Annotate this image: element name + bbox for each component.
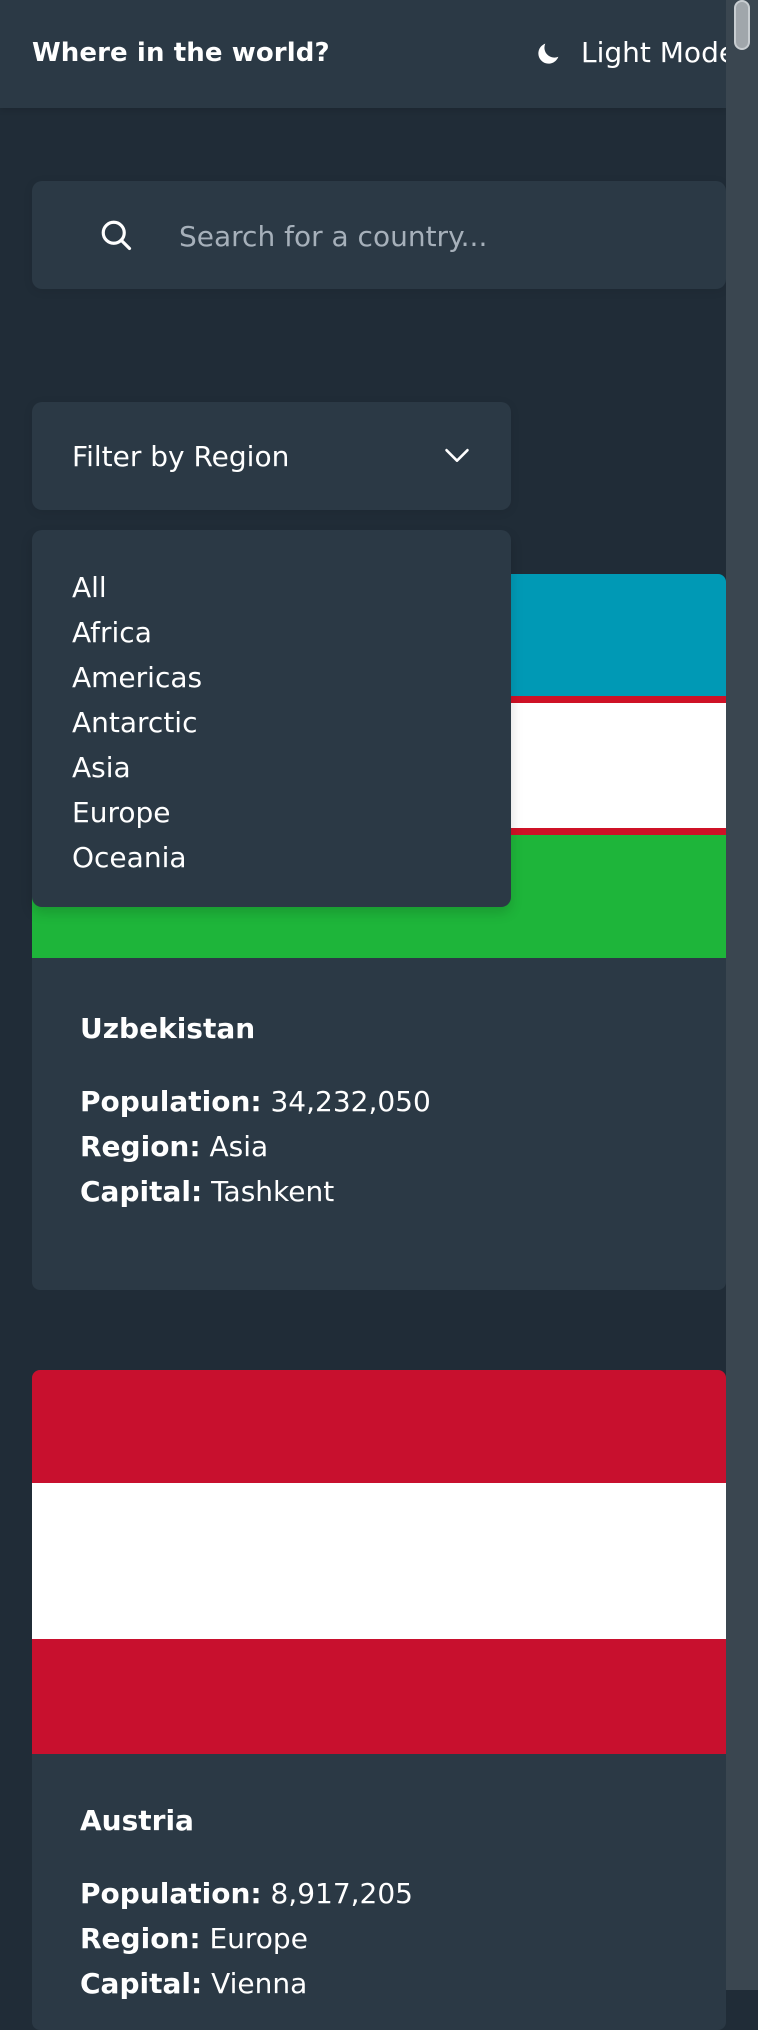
- region-filter-dropdown[interactable]: Filter by Region: [32, 402, 511, 510]
- population-label: Population:: [80, 1084, 262, 1118]
- country-card-details: Uzbekistan Population: 34,232,050 Region…: [80, 1012, 680, 1214]
- flag-band-red-top: [32, 1370, 726, 1483]
- capital-label: Capital:: [80, 1966, 203, 2000]
- population-label: Population:: [80, 1876, 262, 1910]
- region-label: Region:: [80, 1129, 201, 1163]
- scrollbar-thumb[interactable]: [734, 0, 750, 50]
- region-value: Europe: [209, 1921, 308, 1955]
- population-value: 8,917,205: [270, 1876, 413, 1910]
- region-option-all[interactable]: All: [72, 565, 511, 610]
- population-value: 34,232,050: [270, 1084, 431, 1118]
- moon-icon: [538, 43, 559, 64]
- search-icon: [101, 220, 132, 251]
- capital-row: Capital: Tashkent: [80, 1169, 680, 1214]
- app-page: Where in the world? Light Mode Filter by…: [0, 0, 736, 2030]
- country-card-details: Austria Population: 8,917,205 Region: Eu…: [80, 1804, 680, 2006]
- population-row: Population: 8,917,205: [80, 1871, 680, 1916]
- region-row: Region: Asia: [80, 1124, 680, 1169]
- region-option-antarctic[interactable]: Antarctic: [72, 700, 511, 745]
- country-name: Austria: [80, 1804, 194, 1837]
- region-options-list: All Africa Americas Antarctic Asia Europ…: [32, 530, 511, 880]
- region-option-asia[interactable]: Asia: [72, 745, 511, 790]
- chevron-down-icon: [445, 448, 469, 462]
- region-option-africa[interactable]: Africa: [72, 610, 511, 655]
- austria-flag-image: [32, 1370, 726, 1754]
- flag-band-white: [32, 1483, 726, 1639]
- capital-value: Tashkent: [211, 1174, 335, 1208]
- region-row: Region: Europe: [80, 1916, 680, 1961]
- region-value: Asia: [209, 1129, 269, 1163]
- theme-toggle-label: Light Mode: [581, 36, 737, 69]
- region-option-oceania[interactable]: Oceania: [72, 835, 511, 880]
- theme-toggle-button[interactable]: Light Mode: [535, 36, 736, 69]
- top-header: Where in the world? Light Mode: [0, 0, 736, 108]
- search-box: [32, 181, 726, 289]
- country-name: Uzbekistan: [80, 1012, 256, 1045]
- capital-label: Capital:: [80, 1174, 203, 1208]
- region-options-menu: All Africa Americas Antarctic Asia Europ…: [32, 530, 511, 907]
- app-title: Where in the world?: [32, 38, 330, 68]
- region-option-europe[interactable]: Europe: [72, 790, 511, 835]
- region-filter-label: Filter by Region: [72, 440, 290, 473]
- population-row: Population: 34,232,050: [80, 1079, 680, 1124]
- region-option-americas[interactable]: Americas: [72, 655, 511, 700]
- flag-band-red-bottom: [32, 1639, 726, 1754]
- region-label: Region:: [80, 1921, 201, 1955]
- search-input[interactable]: [177, 208, 701, 264]
- capital-row: Capital: Vienna: [80, 1961, 680, 2006]
- country-card-austria[interactable]: Austria Population: 8,917,205 Region: Eu…: [32, 1370, 726, 2030]
- vertical-scrollbar[interactable]: [726, 0, 758, 1990]
- capital-value: Vienna: [211, 1966, 308, 2000]
